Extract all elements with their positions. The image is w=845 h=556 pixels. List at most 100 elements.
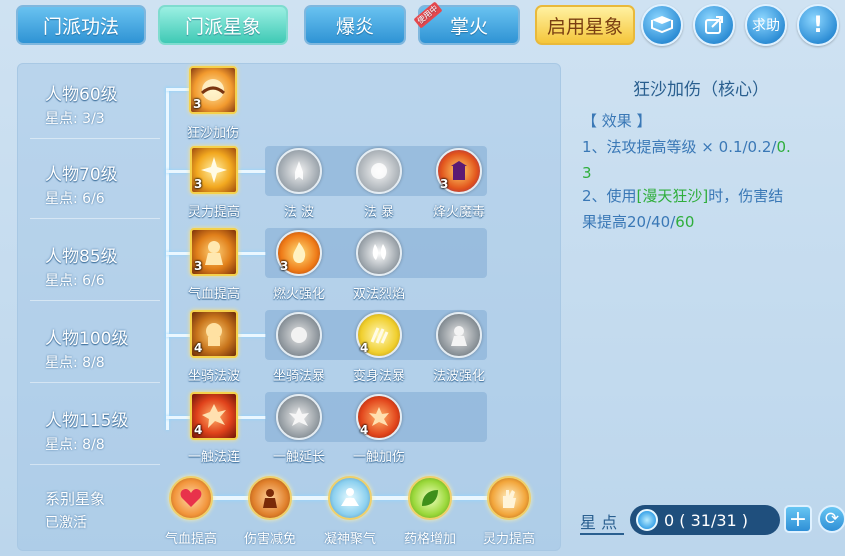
skill-level: 3 <box>280 259 289 273</box>
skill-level: 4 <box>360 341 369 355</box>
add-star-points-button[interactable]: + <box>784 505 812 533</box>
system-constellation-title: 系别星象 <box>45 490 106 508</box>
open-hand-icon <box>503 490 516 508</box>
level-name: 人物70级 <box>45 165 118 185</box>
skill-label: 烽火魔毒 <box>432 205 485 220</box>
skill-level: 3 <box>194 259 203 273</box>
divider <box>30 138 160 139</box>
star-points-display: 0 ( 31/31 ) <box>630 505 780 535</box>
level-row-85: 人物85级 星点: 6/6 <box>45 242 118 290</box>
divider <box>30 218 160 219</box>
effect-text: 果提高20/40/ <box>582 213 676 231</box>
orb-magic-power[interactable] <box>487 476 531 520</box>
tree-connector <box>166 88 190 91</box>
tab-label: 爆炎 <box>335 15 374 38</box>
effect-text: 2、使用 <box>582 187 637 205</box>
effect-highlight: 60 <box>675 213 695 231</box>
skill-hp-boost[interactable]: 3 <box>190 228 238 276</box>
skill-double-flame[interactable] <box>356 230 402 276</box>
skill-magic-power[interactable]: 3 <box>190 146 238 194</box>
level-row-60: 人物60级 星点: 3/3 <box>45 80 118 128</box>
fire-burst-icon <box>369 407 389 426</box>
level-name: 人物115级 <box>45 411 129 431</box>
star-gem-icon <box>636 509 658 531</box>
skill-magic-wave[interactable] <box>276 148 322 194</box>
skill-label: 一触延长 <box>272 450 325 465</box>
effect-text: 时，伤害结 <box>708 187 784 205</box>
effect-line-3: 果提高20/40/60 <box>582 209 694 235</box>
claw-icon <box>370 327 389 344</box>
skill-touch-extend[interactable] <box>276 394 322 440</box>
skill-label: 坐骑法暴 <box>272 369 325 384</box>
skill-label: 法波强化 <box>432 369 485 384</box>
refresh-button[interactable]: ⟳ <box>818 505 845 533</box>
orb-focus[interactable] <box>328 476 372 520</box>
orb-label: 药格增加 <box>403 532 456 547</box>
skill-fire-enhance[interactable]: 3 <box>276 230 322 276</box>
warrior-icon <box>205 241 223 265</box>
star-points-label: 星 点 <box>580 513 618 532</box>
twin-flame-icon <box>372 244 387 260</box>
enable-constellation-button[interactable]: 启用星象 <box>535 5 635 45</box>
praying-hands-icon <box>295 161 303 180</box>
mount-beast-icon <box>206 323 222 346</box>
flame-icon <box>293 242 306 263</box>
divider <box>30 382 160 383</box>
orb-label: 气血提高 <box>164 532 217 547</box>
level-star-points: 星点: 8/8 <box>45 437 105 453</box>
orb-label: 凝神聚气 <box>323 532 376 547</box>
effect-highlight: 3 <box>582 164 592 182</box>
orb-medicine-slots[interactable] <box>408 476 452 520</box>
skill-core-sand-damage[interactable]: 3 <box>189 66 237 114</box>
share-button[interactable] <box>693 4 735 46</box>
level-star-points: 星点: 6/6 <box>45 191 105 207</box>
level-name: 人物100级 <box>45 329 129 349</box>
skill-label: 一触法连 <box>187 450 240 465</box>
skill-label: 燃火强化 <box>272 287 325 302</box>
skill-level: 4 <box>360 423 369 437</box>
in-use-ribbon: 使用中 <box>413 1 443 29</box>
detail-panel: 狂沙加伤（核心） 【 效果 】 1、法攻提高等级 × 0.1/0.2/0. 3 … <box>570 63 845 551</box>
level-name: 人物60级 <box>45 85 118 105</box>
divider <box>30 300 160 301</box>
skill-link[interactable]: [漫天狂沙] <box>637 187 709 205</box>
skill-label: 灵力提高 <box>187 205 240 220</box>
detail-title: 狂沙加伤（核心） <box>633 80 769 100</box>
burst-icon <box>289 407 309 426</box>
heart-icon <box>180 489 202 507</box>
skill-transform-crit[interactable]: 4 <box>356 312 402 358</box>
info-button[interactable]: ! <box>797 4 839 46</box>
orb-label: 伤害减免 <box>243 532 296 547</box>
skill-label: 变身法暴 <box>352 369 405 384</box>
skill-magic-crit[interactable] <box>356 148 402 194</box>
skill-label: 法 波 <box>283 205 315 220</box>
book-icon <box>651 16 673 34</box>
tab-sect-skills[interactable]: 门派功法 <box>16 5 146 45</box>
herb-leaf-icon <box>422 490 438 506</box>
orb-label: 灵力提高 <box>482 532 535 547</box>
star-points-value: 0 ( 31/31 ) <box>664 510 749 530</box>
button-label: 启用星象 <box>546 15 623 38</box>
effect-header: 【 效果 】 <box>582 112 652 130</box>
skill-wave-enhance[interactable] <box>436 312 482 358</box>
meditating-figure-icon <box>341 488 359 506</box>
skill-beacon-poison[interactable]: 3 <box>436 148 482 194</box>
skill-touch-damage[interactable]: 4 <box>356 394 402 440</box>
orb-damage-reduction[interactable] <box>248 476 292 520</box>
skill-mount-wave[interactable]: 4 <box>190 310 238 358</box>
tab-palm-fire[interactable]: 使用中 掌火 <box>413 1 520 45</box>
book-button[interactable] <box>641 4 683 46</box>
orb-hp-boost[interactable] <box>169 476 213 520</box>
divider <box>30 464 160 465</box>
skill-level: 4 <box>194 341 203 355</box>
level-star-points: 星点: 8/8 <box>45 355 105 371</box>
help-button[interactable]: 求助 <box>745 4 787 46</box>
tab-sect-constellation[interactable]: 门派星象 <box>158 5 288 45</box>
skill-mount-crit[interactable] <box>276 312 322 358</box>
tab-blaze[interactable]: 爆炎 <box>304 5 406 45</box>
skill-touch-chain[interactable]: 4 <box>190 392 238 440</box>
skill-label: 坐骑法波 <box>187 369 240 384</box>
skill-label: 气血提高 <box>187 287 240 302</box>
effect-highlight: 0. <box>776 138 791 156</box>
level-name: 人物85级 <box>45 247 118 267</box>
